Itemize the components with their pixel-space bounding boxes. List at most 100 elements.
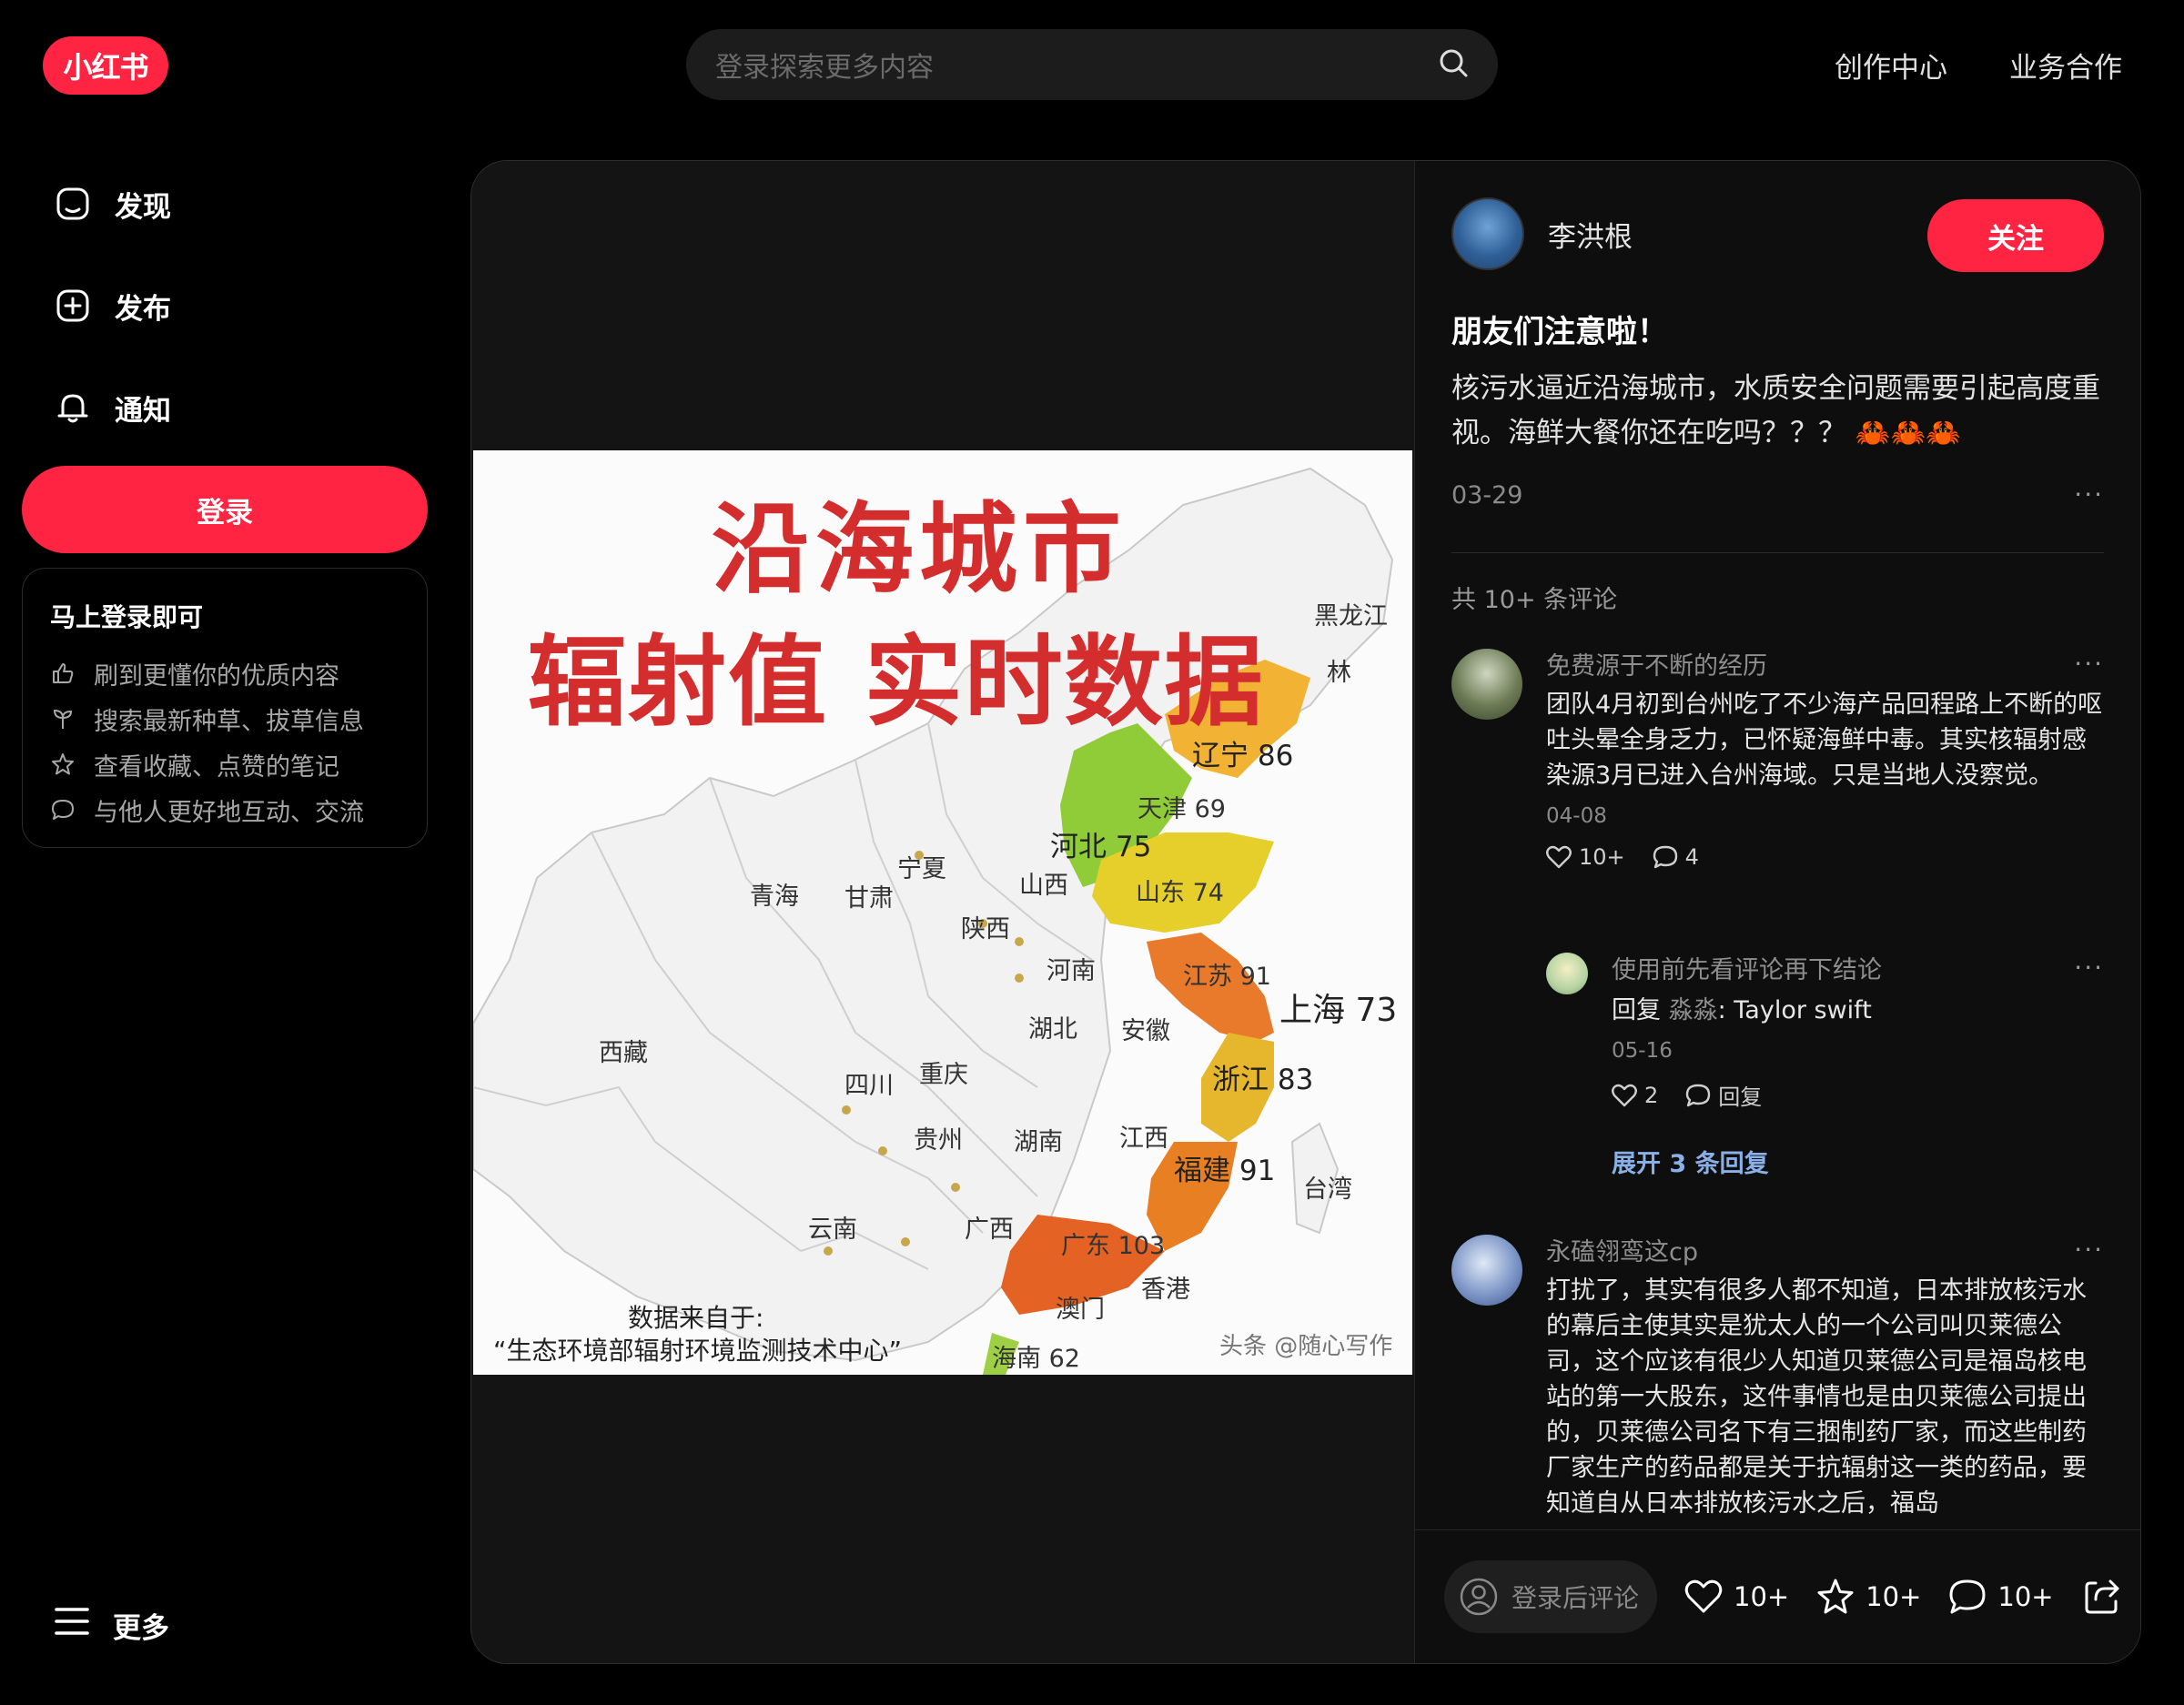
sidebar-item-label: 发布 [115,292,171,326]
reply-to-user[interactable]: 淼淼 [1669,996,1718,1024]
sidebar-item-label: 通知 [115,394,171,428]
promo-item-label: 搜索最新种草、拔草信息 [94,707,364,736]
reply-button[interactable]: 回复 [1685,1079,1762,1111]
sidebar-item-notifications[interactable]: 通知 [53,380,171,435]
reply-author[interactable]: 使用前先看评论再下结论 [1612,953,2104,989]
engagement-bar: 登录后评论 10+ 10+ 10+ [1415,1529,2140,1663]
hamburger-icon [55,1606,89,1644]
nav-business[interactable]: 业务合作 [2009,42,2122,87]
note-detail: 沿海城市 辐射值 实时数据 黑龙江 林 辽宁 86 天津 69 河北 75 宁夏… [470,160,2141,1664]
expand-replies-link[interactable]: 展开 3 条回复 [1612,1144,1769,1179]
search-icon[interactable] [1438,47,1469,82]
follow-button[interactable]: 关注 [1927,199,2104,272]
login-promo-card: 马上登录即可 刷到更懂你的优质内容 搜索最新种草、拔草信息 查看收藏、点赞的笔记… [22,568,428,848]
login-button[interactable]: 登录 [22,466,428,553]
reply-text: 回复 淼淼: Taylor swift [1612,996,1872,1024]
like-count: 2 [1644,1082,1659,1108]
chat-icon [1686,1084,1711,1106]
sidebar-item-publish[interactable]: 发布 [53,278,171,333]
map-label: 山东 74 [1136,879,1224,907]
more-options-icon[interactable]: ··· [2074,479,2104,509]
divider [1451,552,2104,553]
map-label: 台湾 [1303,1175,1352,1204]
map-label: 江西 [1119,1125,1168,1153]
map-title-line1: 沿海城市 [712,492,1127,607]
map-label: 四川 [844,1072,894,1100]
avatar[interactable] [1451,1235,1522,1306]
star-icon [1817,1579,1854,1614]
map-label: 安徽 [1121,1017,1170,1045]
map-label: 河北 75 [1050,831,1152,863]
map-label: 澳门 [1056,1296,1105,1324]
reply-count-button[interactable]: 4 [1653,844,1699,870]
comment-text: 团队4月初到台州吃了不少海产品回程路上不断的呕吐头晕全身乏力，已怀疑海鲜中毒。其… [1546,691,2103,790]
reply-count: 4 [1684,844,1699,870]
map-label: 辽宁 86 [1192,740,1294,772]
map-source-line2: “生态环境部辐射环境监测技术中心” [493,1336,903,1366]
like-button[interactable]: 10+ [1684,1579,1789,1614]
more-label: 更多 [113,1611,169,1645]
sidebar-item-discover[interactable]: 发现 [53,177,171,231]
note-title: 朋友们注意啦！ [1451,314,1668,350]
note-description: 核污水逼近沿海城市，水质安全问题需要引起高度重视。海鲜大餐你还在吃吗？？？ 🦀🦀… [1451,372,2100,449]
note-date: 03-29 [1451,481,1523,509]
promo-item-label: 与他人更好地互动、交流 [94,798,364,827]
nav-creator-center[interactable]: 创作中心 [1835,42,1947,87]
like-count: 10+ [1579,844,1625,870]
map-label: 甘肃 [844,884,894,913]
more-menu[interactable]: 更多 [55,1599,169,1650]
map-label: 黑龙江 [1314,602,1388,631]
map-label: 香港 [1141,1276,1190,1304]
comment-count: 10+ [1997,1581,2054,1612]
avatar[interactable] [1451,197,1524,270]
author-info[interactable]: 李洪根 [1451,197,1633,270]
collect-count: 10+ [1866,1581,1922,1612]
search-input[interactable]: 登录探索更多内容 [715,45,1438,85]
comment-author[interactable]: 永磕翎鸾这cp [1546,1235,2104,1271]
avatar[interactable] [1451,649,1522,720]
comment-author[interactable]: 免费源于不断的经历 [1546,649,2104,685]
like-count: 10+ [1734,1581,1790,1612]
map-label: 青海 [750,883,799,911]
map-label: 陕西 [961,915,1010,943]
map-label: 河南 [1046,957,1096,985]
share-button[interactable] [2083,1578,2132,1616]
promo-item: 与他人更好地互动、交流 [50,787,399,832]
map-label: 西藏 [599,1039,648,1067]
like-button[interactable]: 10+ [1546,844,1625,870]
map-label: 林 [1327,659,1351,687]
like-button[interactable]: 2 [1612,1083,1658,1108]
comment-count: 共 10+ 条评论 [1451,586,1618,614]
heart-icon [1546,845,1572,869]
map-label: 海南 62 [992,1345,1080,1373]
map-label: 广东 103 [1061,1232,1166,1260]
map-label: 福建 91 [1174,1155,1276,1187]
map-label: 上海 73 [1279,992,1398,1029]
comment-input[interactable]: 登录后评论 [1444,1560,1657,1633]
promo-item: 刷到更懂你的优质内容 [50,651,399,696]
map-title-line2: 辐射值 实时数据 [528,625,1265,740]
more-options-icon[interactable]: ··· [2074,953,2104,983]
note-panel: 李洪根 关注 朋友们注意啦！ 核污水逼近沿海城市，水质安全问题需要引起高度重视。… [1414,161,2140,1663]
promo-item: 搜索最新种草、拔草信息 [50,696,399,742]
promo-item-label: 查看收藏、点赞的笔记 [94,752,339,782]
xiaohongshu-logo[interactable]: 小红书 [43,36,168,95]
map-label: 贵州 [914,1126,963,1155]
more-options-icon[interactable]: ··· [2074,649,2104,679]
star-icon [50,752,76,777]
search-bar[interactable]: 登录探索更多内容 [686,29,1498,100]
thumbs-up-icon [50,661,76,686]
map-label: 天津 69 [1138,795,1226,823]
author-name[interactable]: 李洪根 [1548,214,1633,255]
more-options-icon[interactable]: ··· [2074,1235,2104,1265]
sidebar-item-label: 发现 [115,190,171,224]
radiation-map-image[interactable]: 沿海城市 辐射值 实时数据 黑龙江 林 辽宁 86 天津 69 河北 75 宁夏… [473,450,1412,1375]
note-media[interactable]: 沿海城市 辐射值 实时数据 黑龙江 林 辽宁 86 天津 69 河北 75 宁夏… [471,161,1412,1663]
plus-square-icon [53,286,93,326]
map-label: 湖北 [1028,1015,1077,1044]
avatar[interactable] [1546,953,1588,994]
home-icon [53,184,93,224]
collect-button[interactable]: 10+ [1816,1579,1921,1615]
comment-button[interactable]: 10+ [1948,1579,2054,1615]
comment-input-placeholder: 登录后评论 [1512,1583,1640,1613]
